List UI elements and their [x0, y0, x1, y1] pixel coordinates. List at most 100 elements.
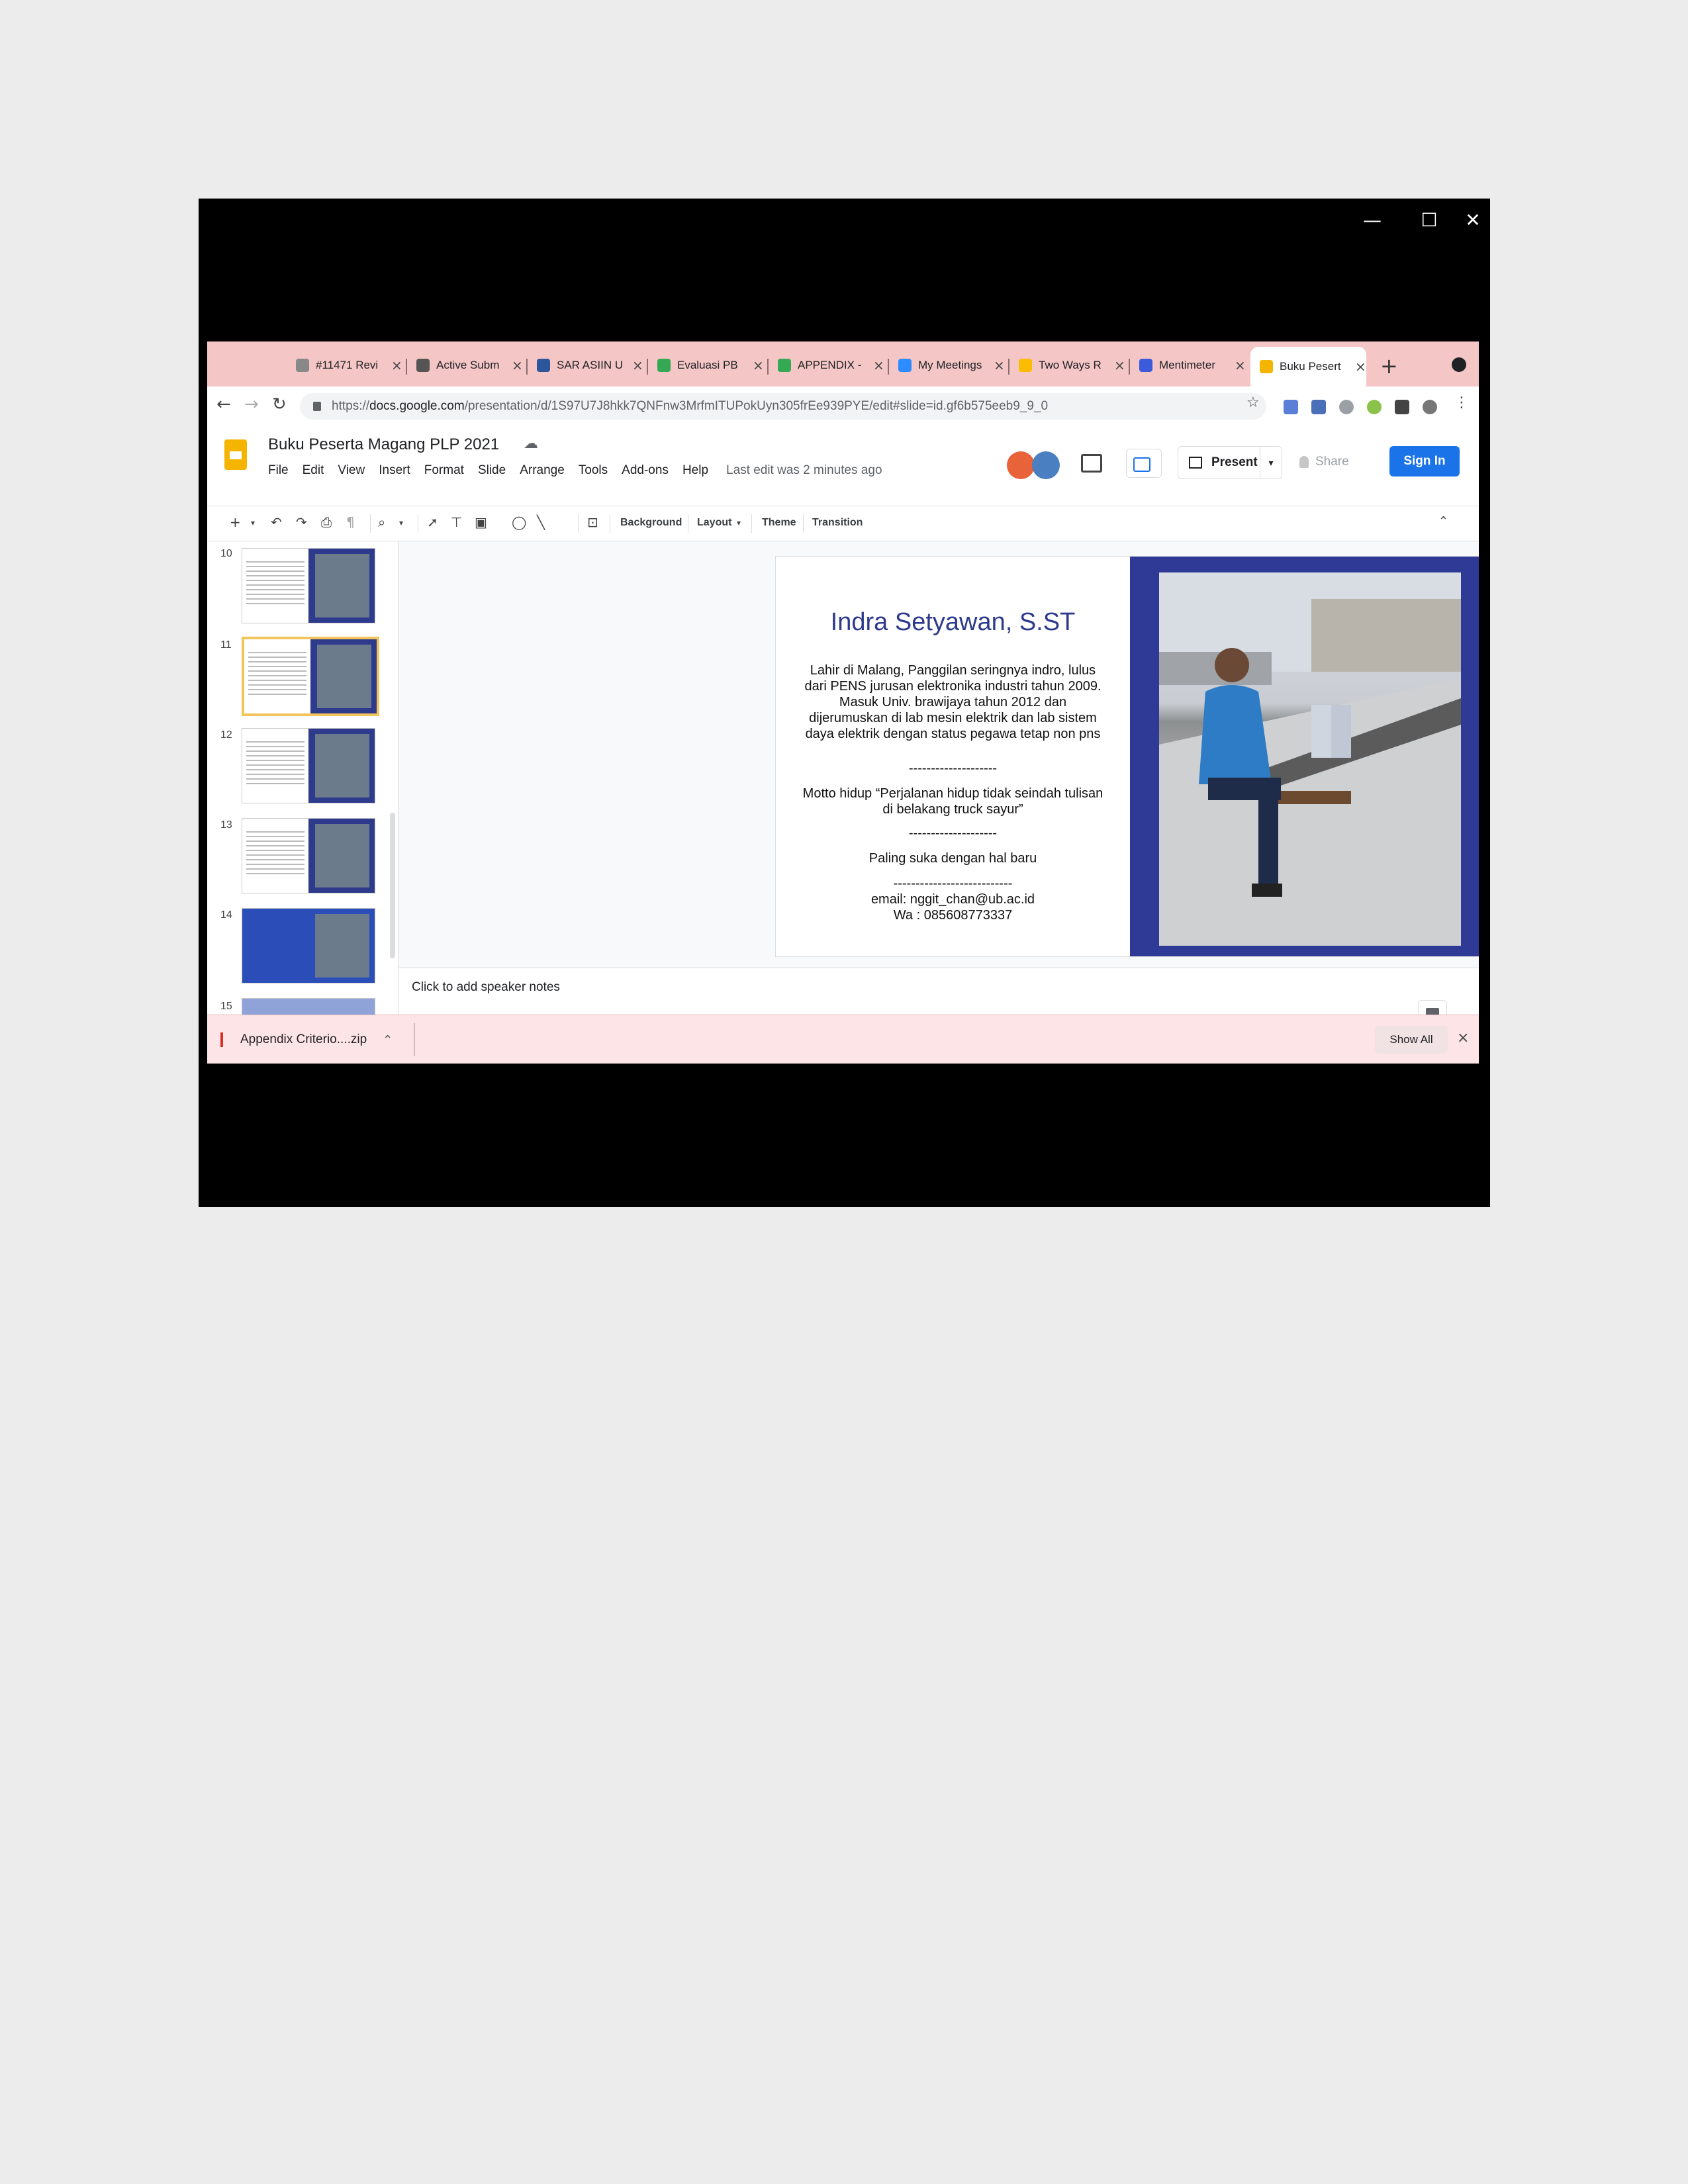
- tab-close-icon[interactable]: ×: [1114, 357, 1125, 373]
- tab-close-icon[interactable]: ×: [391, 357, 402, 373]
- slide-thumbnail-13[interactable]: [242, 818, 375, 893]
- tab-active-slides[interactable]: Buku Pesert ×: [1250, 347, 1366, 387]
- last-edit-link[interactable]: Last edit was 2 minutes ago: [726, 463, 882, 478]
- person-photo[interactable]: [1159, 572, 1461, 946]
- back-icon[interactable]: ←: [216, 394, 231, 414]
- tab-8[interactable]: Mentimeter ×: [1130, 352, 1246, 379]
- text-box-icon[interactable]: ⊤: [451, 514, 462, 530]
- slide-thumbnail-14[interactable]: [242, 908, 375, 983]
- select-cursor-icon[interactable]: ➚: [427, 514, 438, 530]
- slide-likes[interactable]: Paling suka dengan hal baru: [802, 850, 1103, 866]
- menu-edit[interactable]: Edit: [303, 463, 324, 478]
- menu-arrange[interactable]: Arrange: [520, 463, 565, 478]
- cloud-status-icon[interactable]: ☁: [524, 435, 538, 452]
- forward-icon[interactable]: →: [244, 394, 259, 414]
- new-tab-button[interactable]: +: [1380, 353, 1398, 379]
- slide-email[interactable]: email: nggit_chan@ub.ac.id: [802, 891, 1103, 907]
- profile-avatar[interactable]: [1423, 400, 1437, 414]
- redo-icon[interactable]: ↷: [296, 514, 307, 530]
- paint-format-icon[interactable]: ¶: [346, 514, 355, 530]
- slide-title[interactable]: Indra Setyawan, S.ST: [776, 608, 1130, 637]
- menu-tools[interactable]: Tools: [579, 463, 608, 478]
- tab-close-icon[interactable]: ×: [1235, 357, 1246, 373]
- menu-file[interactable]: File: [268, 463, 289, 478]
- close-download-bar-icon[interactable]: ×: [1457, 1030, 1469, 1046]
- present-button[interactable]: Present ▾: [1178, 446, 1282, 479]
- layout-dropdown-icon[interactable]: ▾: [737, 518, 741, 527]
- slide-thumbnail-12[interactable]: [242, 728, 375, 803]
- theme-button[interactable]: Theme: [762, 517, 796, 529]
- menu-addons[interactable]: Add-ons: [622, 463, 669, 478]
- menu-help[interactable]: Help: [682, 463, 708, 478]
- extension-icon[interactable]: [1367, 400, 1382, 414]
- tab-6[interactable]: My Meetings ×: [889, 352, 1005, 379]
- reload-icon[interactable]: ↻: [272, 394, 287, 414]
- comment-icon[interactable]: ⊡: [587, 514, 598, 530]
- layout-button[interactable]: Layout: [697, 517, 731, 529]
- slide-thumbnail-11-selected[interactable]: [242, 637, 379, 716]
- chevron-up-icon[interactable]: ⌃: [383, 1033, 393, 1047]
- tab-close-icon[interactable]: ×: [994, 357, 1005, 373]
- collaborator-avatar[interactable]: [1007, 451, 1035, 479]
- menu-insert[interactable]: Insert: [379, 463, 410, 478]
- filmstrip-scrollbar[interactable]: [390, 813, 395, 958]
- tab-close-icon[interactable]: ×: [873, 357, 884, 373]
- slide-thumbnail-10[interactable]: [242, 548, 375, 623]
- tab-search-icon[interactable]: [1452, 357, 1466, 372]
- extension-icon[interactable]: [1284, 400, 1298, 414]
- tab-7[interactable]: Two Ways R ×: [1009, 352, 1125, 379]
- menu-format[interactable]: Format: [424, 463, 464, 478]
- transition-button[interactable]: Transition: [812, 517, 863, 529]
- new-slide-dropdown-icon[interactable]: ▾: [251, 518, 255, 527]
- puzzle-icon[interactable]: [1395, 400, 1409, 414]
- tab-3[interactable]: SAR ASIIN U ×: [528, 352, 643, 379]
- slide-phone[interactable]: Wa : 085608773337: [802, 907, 1103, 923]
- url-field[interactable]: https://docs.google.com/presentation/d/1…: [300, 393, 1266, 420]
- close-window-button[interactable]: ✕: [1456, 199, 1489, 241]
- background-button[interactable]: Background: [620, 517, 682, 529]
- tab-4[interactable]: Evaluasi PB ×: [648, 352, 764, 379]
- slide-thumbnail-15[interactable]: [242, 998, 375, 1017]
- new-slide-icon[interactable]: +: [230, 514, 241, 530]
- image-icon[interactable]: ▣: [475, 514, 487, 530]
- tab-close-icon[interactable]: ×: [512, 357, 523, 373]
- tab-close-icon[interactable]: ×: [1355, 359, 1366, 375]
- tab-close-icon[interactable]: ×: [753, 357, 764, 373]
- sign-in-button[interactable]: Sign In: [1389, 446, 1460, 477]
- more-menu-icon[interactable]: ⋮: [1454, 394, 1469, 411]
- menu-slide[interactable]: Slide: [478, 463, 506, 478]
- current-slide[interactable]: Indra Setyawan, S.ST Lahir di Malang, Pa…: [776, 557, 1479, 956]
- comment-history-icon[interactable]: [1081, 454, 1102, 473]
- undo-icon[interactable]: ↶: [271, 514, 282, 530]
- show-all-button[interactable]: Show All: [1375, 1026, 1448, 1054]
- tab-2[interactable]: Active Subm ×: [407, 352, 523, 379]
- shape-icon[interactable]: ◯: [512, 514, 526, 530]
- slide-bio[interactable]: Lahir di Malang, Panggilan seringnya ind…: [802, 662, 1103, 742]
- tab-favicon-icon: [898, 359, 912, 372]
- slides-logo-icon[interactable]: [224, 439, 247, 470]
- bookmark-star-icon[interactable]: ☆: [1246, 394, 1260, 411]
- present-dropdown-icon[interactable]: ▾: [1260, 447, 1282, 478]
- collaborator-avatar[interactable]: [1032, 451, 1060, 479]
- line-icon[interactable]: ╲: [537, 514, 545, 530]
- tab-close-icon[interactable]: ×: [632, 357, 643, 373]
- zoom-icon[interactable]: ⌕: [378, 514, 385, 530]
- print-icon[interactable]: ⎙: [321, 514, 332, 530]
- extension-icon[interactable]: [1339, 400, 1354, 414]
- zoom-dropdown-icon[interactable]: ▾: [399, 518, 403, 527]
- speaker-notes-placeholder[interactable]: Click to add speaker notes: [412, 980, 560, 995]
- slide-motto[interactable]: Motto hidup “Perjalanan hidup tidak sein…: [802, 786, 1103, 817]
- menu-view[interactable]: View: [338, 463, 365, 478]
- tab-1[interactable]: #11471 Revi ×: [287, 352, 402, 379]
- share-button[interactable]: Share: [1294, 446, 1368, 478]
- document-title[interactable]: Buku Peserta Magang PLP 2021: [268, 435, 499, 454]
- toolbar-divider: [370, 514, 371, 533]
- download-item[interactable]: Appendix Criterio....zip ⌃: [220, 1015, 393, 1064]
- add-to-meet-button[interactable]: [1126, 449, 1162, 478]
- slide-canvas[interactable]: Indra Setyawan, S.ST Lahir di Malang, Pa…: [399, 541, 1479, 968]
- tab-5[interactable]: APPENDIX - ×: [769, 352, 884, 379]
- collapse-toolbar-icon[interactable]: ⌃: [1438, 514, 1448, 528]
- extension-icon[interactable]: [1311, 400, 1326, 414]
- maximize-button[interactable]: ☐: [1401, 199, 1458, 241]
- minimize-button[interactable]: —: [1344, 199, 1401, 241]
